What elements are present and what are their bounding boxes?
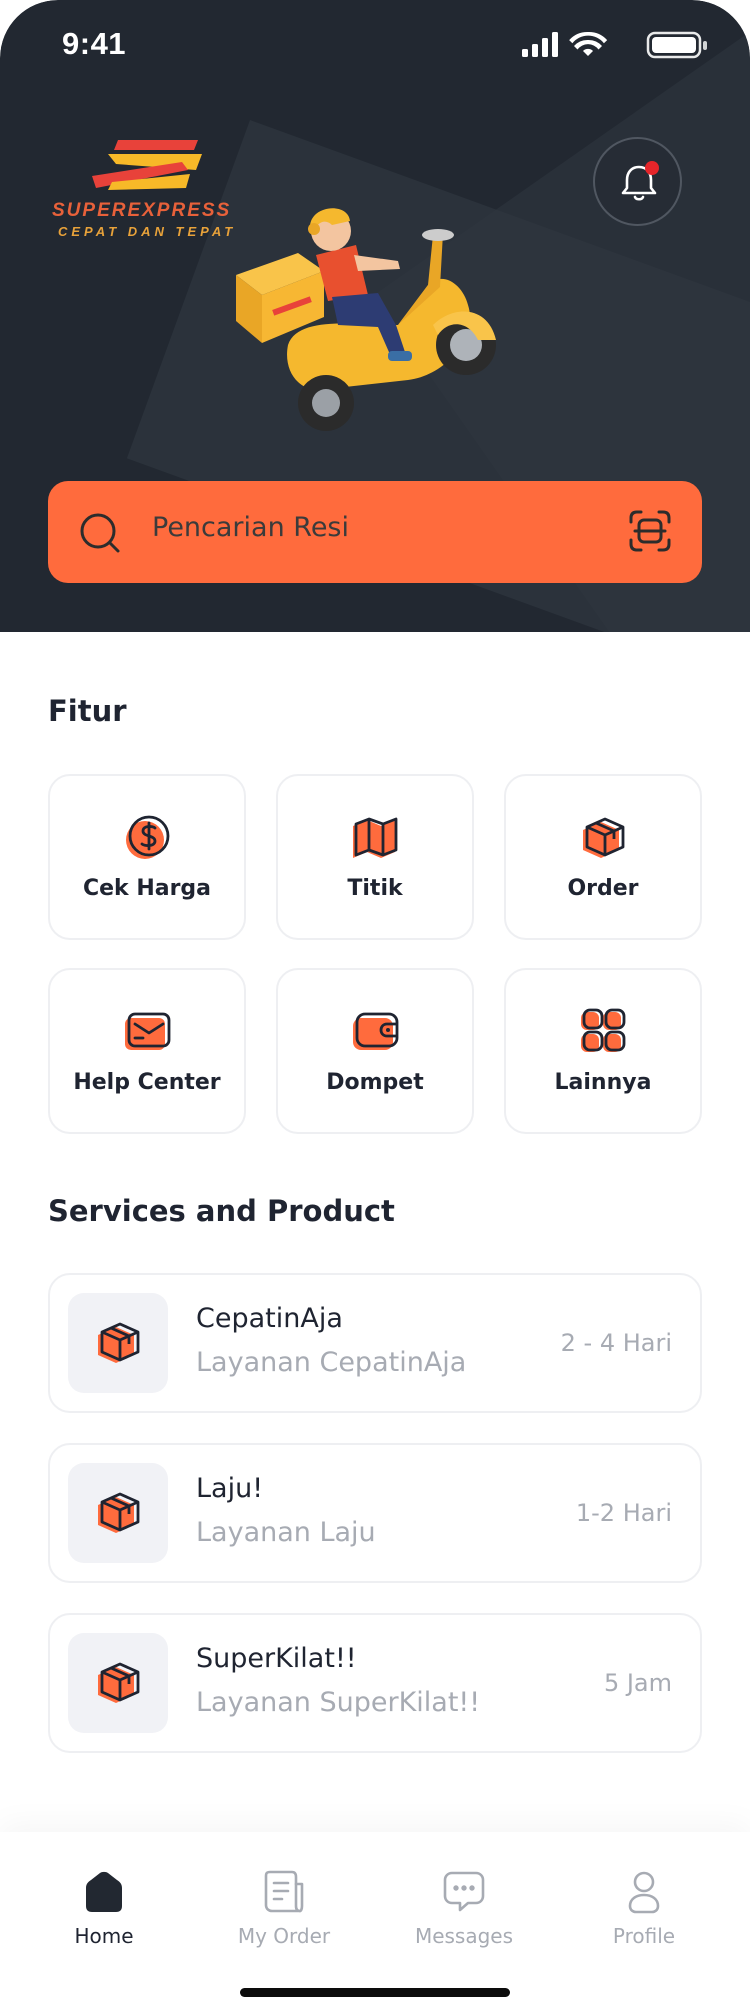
tab-profile[interactable]: Profile [554,1832,734,1962]
service-description: Layanan SuperKilat!! [196,1687,481,1718]
delivery-scooter-illustration [236,208,496,431]
service-thumbnail [68,1293,168,1393]
service-duration: 1-2 Hari [575,1499,672,1527]
home-indicator [240,1988,510,1997]
logo-mark-icon [92,140,202,190]
tab-my-order[interactable]: My Order [194,1832,374,1962]
tab-label: Home [74,1924,134,1948]
notification-button[interactable] [593,137,682,226]
service-item-cepatinaja[interactable]: CepatinAja Layanan CepatinAja 2 - 4 Hari [48,1273,702,1413]
feature-label: Lainnya [554,1070,652,1095]
scan-icon[interactable] [628,509,672,553]
receipt-icon [264,1870,304,1913]
service-thumbnail [68,1633,168,1733]
package-icon [98,1492,140,1533]
status-icons [522,31,707,59]
notification-badge [645,161,659,175]
home-icon [86,1871,122,1912]
feature-label: Order [567,876,639,901]
search-icon [80,513,120,553]
wifi-icon [569,31,608,56]
feature-label: Help Center [73,1070,221,1095]
service-description: Layanan Laju [196,1517,376,1548]
bottom-tab-bar: Home My Order Messages Profile [0,1832,750,2014]
tab-label: Profile [612,1924,676,1948]
tab-label: Messages [414,1924,514,1948]
service-item-laju[interactable]: Laju! Layanan Laju 1-2 Hari [48,1443,702,1583]
service-name: CepatinAja [196,1303,343,1334]
feature-lainnya[interactable]: Lainnya [504,968,702,1134]
mail-icon [125,1012,171,1050]
wallet-icon [353,1012,399,1050]
features-title: Fitur [48,694,127,728]
signal-icon [522,32,558,57]
chat-icon [443,1871,485,1912]
status-time: 9:41 [62,26,127,61]
tab-home[interactable]: Home [14,1832,194,1962]
feature-label: Dompet [326,1070,424,1095]
brand-logo: SUPEREXPRESS CEPAT DAN TEPAT [52,136,252,246]
brand-name: SUPEREXPRESS [52,200,232,221]
app-screen: 9:41 SUPEREXPRESS CEPAT DAN TEPAT Pencar… [0,0,750,2014]
status-bar: 9:41 [0,0,750,90]
service-thumbnail [68,1463,168,1563]
feature-titik[interactable]: Titik [276,774,474,940]
feature-dompet[interactable]: Dompet [276,968,474,1134]
package-icon [98,1662,140,1703]
service-name: Laju! [196,1473,264,1504]
service-name: SuperKilat!! [196,1643,357,1674]
user-icon [628,1871,660,1914]
service-description: Layanan CepatinAja [196,1347,467,1378]
feature-help-center[interactable]: Help Center [48,968,246,1134]
brand-tagline: CEPAT DAN TEPAT [58,224,237,239]
dollar-coin-icon [126,815,170,859]
feature-cek-harga[interactable]: Cek Harga [48,774,246,940]
service-duration: 2 - 4 Hari [560,1329,672,1357]
package-icon [98,1322,140,1363]
package-icon [583,817,625,858]
feature-label: Titik [347,876,403,901]
services-title: Services and Product [48,1194,395,1228]
tab-messages[interactable]: Messages [374,1832,554,1962]
header-banner: 9:41 SUPEREXPRESS CEPAT DAN TEPAT Pencar… [0,0,750,632]
service-duration: 5 Jam [603,1669,672,1697]
tab-label: My Order [237,1924,331,1948]
service-item-superkilat[interactable]: SuperKilat!! Layanan SuperKilat!! 5 Jam [48,1613,702,1753]
map-icon [353,817,398,858]
battery-icon [646,31,707,59]
search-bar[interactable]: Pencarian Resi [48,481,702,583]
grid-icon [581,1008,626,1052]
feature-label: Cek Harga [82,876,212,901]
search-input[interactable]: Pencarian Resi [152,512,349,543]
feature-order[interactable]: Order [504,774,702,940]
